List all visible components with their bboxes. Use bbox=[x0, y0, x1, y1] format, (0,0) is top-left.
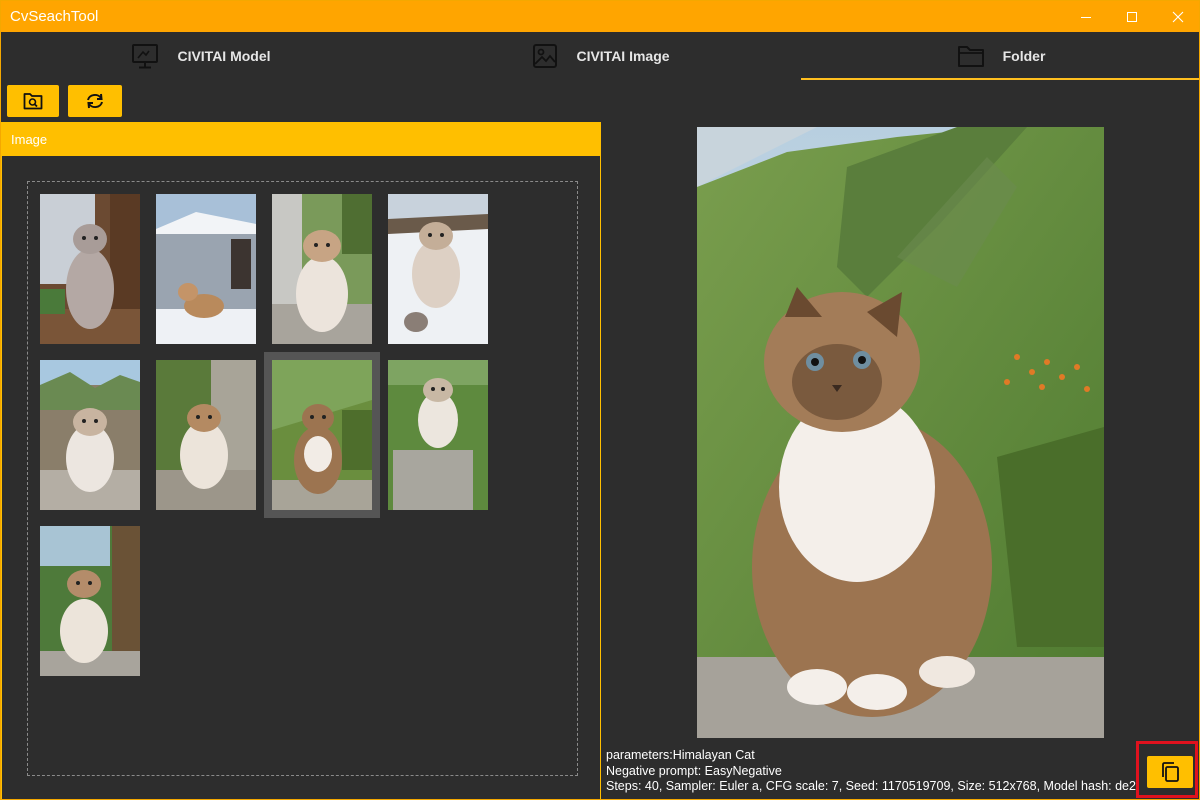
copy-button[interactable] bbox=[1147, 756, 1193, 788]
copy-icon bbox=[1162, 762, 1179, 782]
thumbnail-grid[interactable] bbox=[27, 181, 578, 776]
maximize-button[interactable] bbox=[1109, 1, 1155, 32]
image-panel-header: Image bbox=[2, 123, 600, 156]
minimize-button[interactable] bbox=[1063, 1, 1109, 32]
cat-image bbox=[40, 194, 140, 344]
thumbnail-8[interactable] bbox=[388, 360, 488, 510]
thumbnail-6[interactable] bbox=[156, 360, 256, 510]
app-window: CvSeachTool CIVITAI Model CIVITAI Image … bbox=[0, 0, 1200, 800]
tab-label: CIVITAI Model bbox=[177, 48, 271, 64]
maximize-icon bbox=[1127, 11, 1137, 22]
cat-preview-image bbox=[697, 127, 1104, 738]
metadata-negative-prompt: Negative prompt: EasyNegative bbox=[606, 763, 782, 778]
cat-image bbox=[272, 360, 372, 510]
cat-image bbox=[156, 194, 256, 344]
thumbnail-4[interactable] bbox=[388, 194, 488, 344]
tab-civitai-model[interactable]: CIVITAI Model bbox=[1, 32, 401, 80]
thumbnail-2[interactable] bbox=[156, 194, 256, 344]
close-icon bbox=[1172, 11, 1184, 22]
tab-bar: CIVITAI Model CIVITAI Image Folder bbox=[1, 32, 1199, 80]
tab-civitai-image[interactable]: CIVITAI Image bbox=[401, 32, 801, 80]
refresh-icon bbox=[87, 93, 103, 109]
open-folder-button[interactable] bbox=[7, 85, 59, 117]
refresh-button[interactable] bbox=[68, 85, 122, 117]
thumbnail-5[interactable] bbox=[40, 360, 140, 510]
thumbnail-7[interactable] bbox=[272, 360, 372, 510]
folder-icon bbox=[957, 46, 984, 67]
metadata-parameters: parameters:Himalayan Cat bbox=[606, 748, 755, 762]
thumbnail-1[interactable] bbox=[40, 194, 140, 344]
image-preview bbox=[697, 127, 1104, 738]
folder-search-icon bbox=[23, 93, 43, 110]
cat-image bbox=[272, 194, 372, 344]
tab-folder[interactable]: Folder bbox=[801, 32, 1199, 80]
cat-image bbox=[40, 360, 140, 510]
image-metadata: parameters:Himalayan Cat Negative prompt… bbox=[606, 748, 1136, 795]
thumbnail-9[interactable] bbox=[40, 526, 140, 676]
monitor-icon bbox=[132, 44, 159, 69]
thumbnail-3[interactable] bbox=[272, 194, 372, 344]
image-icon bbox=[533, 44, 558, 68]
cat-image bbox=[156, 360, 256, 510]
window-title: CvSeachTool bbox=[10, 8, 99, 25]
cat-image bbox=[40, 526, 140, 676]
copy-button-highlight bbox=[1136, 741, 1198, 798]
cat-image bbox=[388, 194, 488, 344]
minimize-icon bbox=[1081, 16, 1091, 18]
metadata-settings: Steps: 40, Sampler: Euler a, CFG scale: … bbox=[606, 779, 1136, 793]
close-button[interactable] bbox=[1155, 1, 1199, 32]
tab-label: CIVITAI Image bbox=[576, 48, 670, 64]
cat-image bbox=[388, 360, 488, 510]
title-bar: CvSeachTool bbox=[1, 1, 1199, 32]
image-panel: Image bbox=[1, 122, 601, 799]
tab-label: Folder bbox=[1002, 48, 1046, 64]
